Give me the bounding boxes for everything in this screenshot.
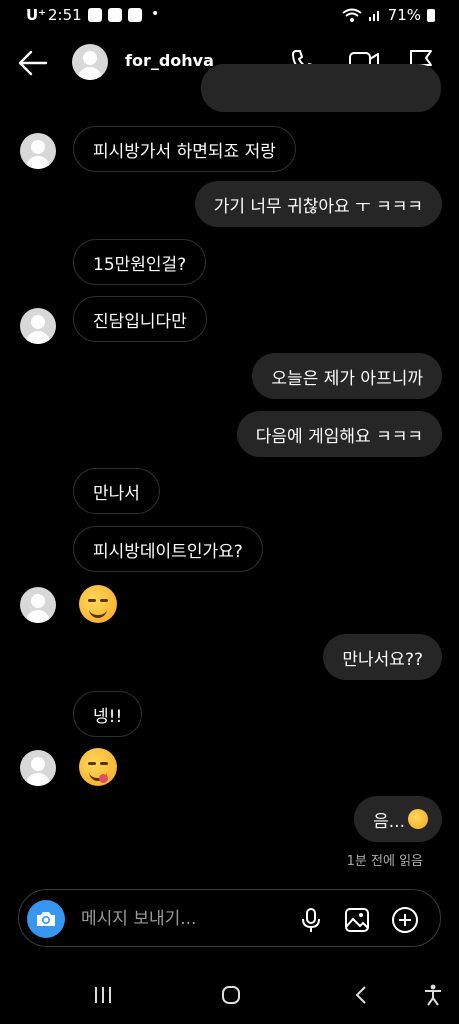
cropped-outgoing-bubble — [201, 64, 441, 112]
sender-avatar — [20, 308, 56, 344]
emoji-eye — [88, 762, 96, 765]
message-bubble-incoming[interactable]: 피시방데이트인가요? — [73, 526, 263, 572]
yum-face-icon[interactable] — [79, 748, 117, 786]
status-time: 2:51 — [48, 6, 82, 24]
tool-notification-icon — [128, 8, 142, 22]
message-bubble-incoming[interactable]: 진담입니다만 — [73, 296, 207, 342]
message-bubble-outgoing[interactable]: 오늘은 제가 아프니까 — [252, 353, 442, 399]
contact-username[interactable]: for_dohva — [125, 51, 214, 70]
contact-avatar[interactable] — [72, 44, 108, 80]
nav-back-icon — [355, 986, 366, 1004]
message-text: 넹!! — [93, 706, 123, 727]
emoji-eye — [100, 599, 108, 602]
message-bubble-outgoing[interactable]: 다음에 게임해요 ㅋㅋㅋ — [236, 411, 442, 457]
emoji-eye — [100, 762, 108, 765]
app-notification-icon — [108, 8, 122, 22]
message-bubble-outgoing[interactable]: 가기 너무 귀찮아요 ㅜ ㅋㅋㅋ — [194, 181, 442, 227]
microphone-icon — [302, 908, 320, 932]
message-bubble-incoming[interactable]: 15만원인걸? — [73, 239, 207, 285]
wifi-icon — [342, 8, 362, 22]
camera-icon — [37, 912, 55, 926]
back-button[interactable] — [350, 982, 372, 1008]
notification-icons — [88, 8, 142, 22]
home-icon — [222, 986, 240, 1004]
accessibility-button[interactable] — [422, 982, 444, 1008]
back-arrow-icon[interactable] — [18, 50, 48, 76]
read-receipt: 1분 전에 읽음 — [346, 854, 423, 869]
message-text: 만나서 — [93, 483, 140, 504]
message-bubble-incoming[interactable]: 피시방가서 하면되죠 저랑 — [73, 126, 296, 172]
battery-percent: 71% — [387, 6, 421, 24]
emoji-eye — [88, 599, 96, 602]
message-text: 피시방가서 하면되죠 저랑 — [93, 141, 276, 162]
status-right: 71% — [342, 6, 435, 24]
plus-circle-icon — [392, 907, 418, 933]
message-text: 만나서요?? — [342, 649, 423, 670]
camera-button[interactable] — [27, 900, 65, 938]
message-text: 피시방데이트인가요? — [93, 541, 243, 562]
emoji-mouth — [89, 607, 107, 618]
message-text: 진담입니다만 — [93, 311, 187, 332]
status-bar: U⁺ 2:51 • 71% — [0, 0, 459, 32]
gallery-icon — [345, 908, 369, 932]
emoji-tongue — [99, 774, 108, 783]
home-button[interactable] — [220, 982, 242, 1008]
message-composer — [18, 889, 441, 947]
message-text: 다음에 게임해요 ㅋㅋㅋ — [255, 426, 423, 447]
sender-avatar — [20, 587, 56, 623]
sender-avatar — [20, 133, 56, 169]
message-bubble-outgoing[interactable]: 음... — [354, 796, 442, 842]
message-text: 15만원인걸? — [93, 254, 187, 275]
message-bubble-outgoing[interactable]: 만나서요?? — [323, 634, 442, 680]
recent-apps-icon — [95, 987, 111, 1003]
message-text: 오늘은 제가 아프니까 — [271, 368, 423, 389]
message-bubble-incoming[interactable]: 넹!! — [73, 691, 143, 737]
more-notifications-dot: • — [151, 6, 160, 22]
thinking-face-icon — [408, 809, 428, 829]
more-options-button[interactable] — [391, 906, 419, 934]
smiling-face-icon[interactable] — [79, 585, 117, 623]
message-text: 음... — [373, 811, 405, 832]
microphone-button[interactable] — [297, 906, 325, 934]
message-bubble-incoming[interactable]: 만나서 — [73, 468, 160, 514]
battery-icon — [427, 8, 435, 22]
message-text: 가기 너무 귀찮아요 ㅜ ㅋㅋㅋ — [213, 196, 423, 217]
sender-avatar — [20, 750, 56, 786]
signal-icon — [368, 11, 379, 21]
message-input[interactable] — [79, 904, 283, 934]
gallery-notification-icon — [88, 8, 102, 22]
gallery-button[interactable] — [343, 906, 371, 934]
recent-apps-button[interactable] — [92, 982, 114, 1008]
system-nav-bar — [0, 968, 459, 1024]
carrier-label: U⁺ — [26, 6, 47, 24]
accessibility-icon — [425, 984, 441, 1006]
